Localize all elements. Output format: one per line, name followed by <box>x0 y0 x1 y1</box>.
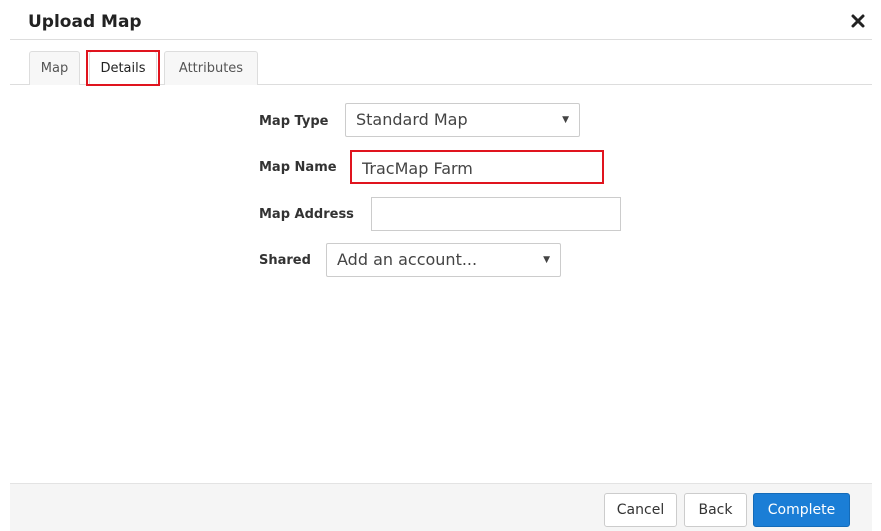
tab-details[interactable]: Details <box>89 51 157 86</box>
map-name-label: Map Name <box>259 160 337 175</box>
chevron-down-icon: ▼ <box>562 115 569 125</box>
map-address-label: Map Address <box>259 207 354 222</box>
map-type-value: Standard Map <box>356 110 468 129</box>
dialog-title: Upload Map <box>28 12 142 32</box>
shared-label: Shared <box>259 253 311 268</box>
back-button[interactable]: Back <box>684 493 747 527</box>
map-address-input[interactable] <box>371 197 621 231</box>
map-type-label: Map Type <box>259 114 329 129</box>
close-icon[interactable] <box>848 11 868 31</box>
tab-map[interactable]: Map <box>29 51 80 85</box>
dialog-header: Upload Map <box>10 0 872 40</box>
complete-button[interactable]: Complete <box>753 493 850 527</box>
tab-attributes[interactable]: Attributes <box>164 51 258 85</box>
map-name-input[interactable] <box>352 151 602 185</box>
chevron-down-icon: ▼ <box>543 255 550 265</box>
tab-bar: Map Details Attributes <box>10 51 872 86</box>
shared-select[interactable]: Add an account... ▼ <box>326 243 561 277</box>
cancel-button[interactable]: Cancel <box>604 493 677 527</box>
map-type-select[interactable]: Standard Map ▼ <box>345 103 580 137</box>
shared-placeholder: Add an account... <box>337 250 478 269</box>
